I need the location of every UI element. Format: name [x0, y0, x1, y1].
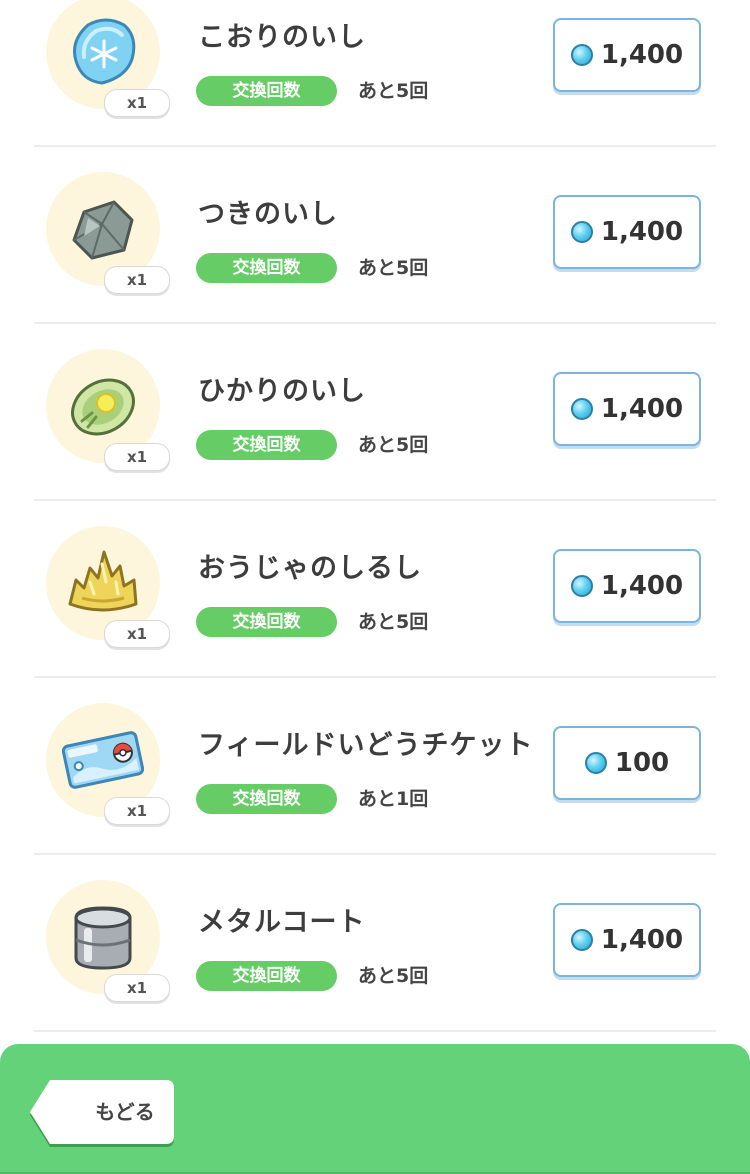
exchange-count-badge: 交換回数: [196, 76, 337, 106]
row-divider: [34, 1030, 716, 1032]
footer-bar: もどる: [0, 1044, 750, 1174]
gem-icon: [570, 221, 593, 243]
item-name: おうじゃのしるし: [198, 553, 422, 584]
price-value: 1,400: [600, 925, 684, 955]
quantity-badge: x1: [104, 89, 170, 117]
back-button-label: もどる: [95, 1100, 155, 1124]
shiny-stone-icon: [71, 378, 135, 436]
field-ticket-icon: [62, 731, 144, 789]
kings-rock-icon: [68, 550, 138, 612]
item-name: ひかりのいし: [198, 376, 366, 407]
quantity-badge: x1: [104, 266, 170, 294]
quantity-badge: x1: [104, 797, 170, 825]
remaining-count: あと5回: [358, 965, 429, 987]
item-name: メタルコート: [198, 907, 366, 938]
list-item: x1 ひかりのいし 交換回数 あと5回 1,400: [0, 323, 750, 499]
back-button[interactable]: もどる: [30, 1080, 174, 1144]
quantity-badge: x1: [104, 620, 170, 648]
price-value: 1,400: [600, 40, 684, 70]
exchange-price-button[interactable]: 1,400: [553, 372, 701, 446]
item-name: こおりのいし: [198, 22, 366, 53]
price-value: 1,400: [600, 217, 684, 247]
price-value: 1,400: [600, 571, 684, 601]
list-item: x1 おうじゃのしるし 交換回数 あと5回 1,400: [0, 500, 750, 676]
metal-coat-icon: [74, 906, 132, 970]
gem-icon: [570, 929, 593, 951]
price-value: 100: [614, 748, 670, 778]
item-name: フィールドいどうチケット: [198, 730, 534, 761]
quantity-badge: x1: [104, 443, 170, 471]
list-item: x1 メタルコート 交換回数 あと5回 1,400: [0, 854, 750, 1030]
exchange-count-badge: 交換回数: [196, 430, 337, 460]
exchange-count-badge: 交換回数: [196, 607, 337, 637]
gem-icon: [570, 575, 593, 597]
quantity-badge: x1: [104, 974, 170, 1002]
remaining-count: あと1回: [358, 788, 429, 810]
remaining-count: あと5回: [358, 434, 429, 456]
exchange-count-badge: 交換回数: [196, 784, 337, 814]
exchange-price-button[interactable]: 1,400: [553, 903, 701, 977]
remaining-count: あと5回: [358, 80, 429, 102]
item-name: つきのいし: [198, 199, 338, 230]
exchange-price-button[interactable]: 1,400: [553, 549, 701, 623]
exchange-price-button[interactable]: 100: [553, 726, 701, 800]
gem-icon: [570, 398, 593, 420]
list-item: x1 つきのいし 交換回数 あと5回 1,400: [0, 146, 750, 322]
remaining-count: あと5回: [358, 257, 429, 279]
exchange-price-button[interactable]: 1,400: [553, 195, 701, 269]
exchange-price-button[interactable]: 1,400: [553, 18, 701, 92]
exchange-count-badge: 交換回数: [196, 253, 337, 283]
remaining-count: あと5回: [358, 611, 429, 633]
list-item: x1 フィールドいどうチケット 交換回数 あと1回 100: [0, 677, 750, 853]
ice-stone-icon: [73, 18, 136, 85]
gem-icon: [570, 44, 593, 66]
price-value: 1,400: [600, 394, 684, 424]
exchange-count-badge: 交換回数: [196, 961, 337, 991]
gem-icon: [584, 752, 607, 774]
moon-stone-icon: [72, 200, 134, 260]
list-item: x1 こおりのいし 交換回数 あと5回 1,400: [0, 0, 750, 145]
